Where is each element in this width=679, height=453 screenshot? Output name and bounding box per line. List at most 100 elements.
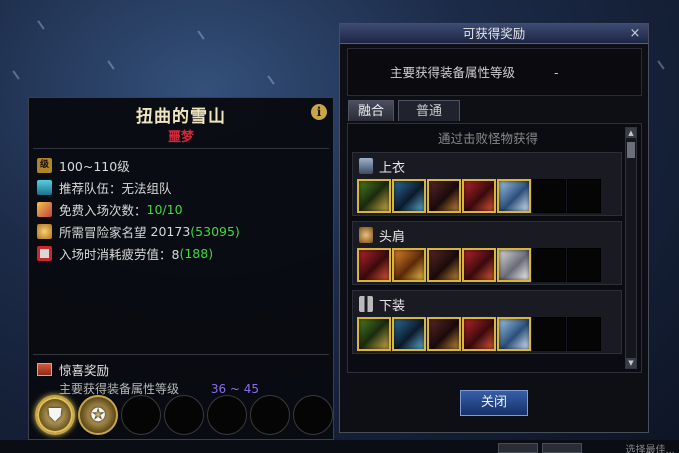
item-slot-empty — [567, 179, 601, 213]
stat-fame-extra: (53095) — [190, 223, 240, 239]
reward-slot-empty — [207, 395, 247, 435]
stat-party-text: 推荐队伍：无法组队 — [59, 180, 172, 196]
item-slot-empty — [567, 317, 601, 351]
stat-level-text: 100~110级 — [59, 158, 130, 174]
ticket-icon — [37, 201, 52, 217]
reward-list-caption: 通过击败怪物获得 — [437, 131, 538, 146]
item-slot[interactable] — [497, 179, 531, 213]
snow-streak — [37, 20, 45, 30]
reward-tabs: 融合 普通 — [348, 100, 460, 121]
bottom-bar-text: 选择最佳... — [625, 445, 675, 453]
tab-normal[interactable]: 普通 — [398, 100, 460, 121]
snow-streak — [12, 70, 20, 80]
item-slot[interactable] — [497, 248, 531, 282]
item-slot-empty — [532, 248, 566, 282]
fame-icon — [37, 223, 52, 239]
reward-header: 主要获得装备属性等级 - — [347, 48, 642, 96]
group-title-row: 下装 — [359, 295, 406, 314]
stat-fatigue-text: 入场时消耗疲劳值：8 — [59, 246, 180, 262]
level-icon: 级 — [37, 157, 52, 173]
stat-fame: 所需冒险家名望 20173 (53095) — [37, 220, 327, 242]
reward-header-value: - — [554, 65, 559, 80]
item-slot[interactable] — [427, 179, 461, 213]
reward-window: 可获得奖励 × 主要获得装备属性等级 - 融合 普通 通过击败怪物获得 上衣 头… — [339, 23, 649, 433]
item-slot-empty — [532, 179, 566, 213]
reward-slot-orb[interactable]: ✪ — [78, 395, 118, 435]
item-slot[interactable] — [462, 179, 496, 213]
item-slot[interactable] — [392, 248, 426, 282]
item-row — [357, 317, 601, 351]
scroll-thumb[interactable] — [627, 142, 635, 158]
shoulder-armor-icon — [359, 227, 373, 243]
info-icon[interactable]: i — [311, 104, 327, 120]
snow-streak — [107, 60, 115, 70]
reward-group-pants: 下装 — [352, 290, 622, 354]
stat-party: 推荐队伍：无法组队 — [37, 176, 327, 198]
snow-streak — [197, 30, 205, 40]
item-slot[interactable] — [427, 317, 461, 351]
scroll-up-icon[interactable]: ▲ — [626, 128, 636, 138]
item-slot[interactable] — [357, 248, 391, 282]
item-slot[interactable] — [357, 317, 391, 351]
bottom-button[interactable] — [498, 443, 538, 453]
stat-free-entries-value: 10/10 — [146, 201, 183, 217]
reward-slot-empty — [121, 395, 161, 435]
stat-fame-text: 所需冒险家名望 — [59, 224, 147, 240]
reward-window-titlebar[interactable]: 可获得奖励 × — [340, 24, 648, 44]
item-slot[interactable] — [357, 179, 391, 213]
group-title: 上衣 — [379, 160, 406, 176]
top-armor-icon — [359, 158, 373, 174]
dungeon-name: 扭曲的雪山 — [136, 107, 226, 127]
reward-group-shoulder: 头肩 — [352, 221, 622, 285]
item-slot[interactable] — [462, 317, 496, 351]
reward-slot-shield[interactable]: ⛊ — [35, 395, 75, 435]
item-slot[interactable] — [392, 317, 426, 351]
stat-fatigue-extra: (188) — [179, 245, 214, 261]
bottom-button[interactable] — [542, 443, 582, 453]
fatigue-icon — [37, 245, 52, 261]
item-slot[interactable] — [462, 248, 496, 282]
item-row — [357, 179, 601, 213]
divider — [33, 148, 329, 149]
chest-icon — [37, 362, 52, 376]
divider — [33, 354, 329, 355]
snow-streak — [267, 75, 275, 85]
shield-icon: ⛊ — [48, 405, 62, 426]
dungeon-difficulty: 噩梦 — [167, 130, 194, 145]
surprise-subtitle: 主要获得装备属性等级 — [59, 382, 180, 396]
bottom-buttons — [498, 443, 582, 453]
stat-free-entries: 免费入场次数： 10/10 — [37, 198, 327, 220]
group-title-row: 头肩 — [359, 226, 406, 245]
item-slot-empty — [532, 317, 566, 351]
stat-free-entries-text: 免费入场次数： — [59, 202, 147, 218]
reward-list: 通过击败怪物获得 上衣 头肩 下装 ▲ ▼ — [347, 123, 642, 373]
pants-armor-icon — [359, 296, 373, 312]
close-icon[interactable]: × — [628, 24, 642, 44]
scrollbar[interactable]: ▲ ▼ — [625, 127, 637, 369]
group-title: 下装 — [379, 298, 406, 314]
dungeon-stats: 级 100~110级 推荐队伍：无法组队 免费入场次数： 10/10 所需冒险家… — [37, 154, 327, 264]
item-slot[interactable] — [392, 179, 426, 213]
dungeon-header: 扭曲的雪山 噩梦 i — [29, 98, 333, 148]
scroll-down-icon[interactable]: ▼ — [626, 358, 636, 368]
group-title-row: 上衣 — [359, 157, 406, 176]
item-slot[interactable] — [497, 317, 531, 351]
surprise-title-row: 惊喜奖励 — [37, 360, 327, 378]
snow-streak — [657, 60, 665, 70]
reward-slot-empty — [293, 395, 333, 435]
reward-slot-empty — [164, 395, 204, 435]
reward-window-title: 可获得奖励 — [462, 26, 526, 41]
item-slot[interactable] — [427, 248, 461, 282]
surprise-reward-section: 惊喜奖励 主要获得装备属性等级 36 ~ 45 — [37, 360, 327, 397]
tab-fusion[interactable]: 融合 — [348, 100, 394, 121]
stat-level: 级 100~110级 — [37, 154, 327, 176]
item-slot-empty — [567, 248, 601, 282]
orb-icon: ✪ — [90, 405, 106, 426]
dungeon-info-panel: 扭曲的雪山 噩梦 i 级 100~110级 推荐队伍：无法组队 免费入场次数： … — [28, 97, 334, 440]
reward-slot-empty — [250, 395, 290, 435]
party-icon — [37, 179, 52, 195]
close-button[interactable]: 关闭 — [460, 390, 528, 416]
surprise-level-range: 36 ~ 45 — [210, 382, 260, 396]
group-title: 头肩 — [379, 229, 406, 245]
stat-fame-value: 20173 — [150, 223, 191, 239]
